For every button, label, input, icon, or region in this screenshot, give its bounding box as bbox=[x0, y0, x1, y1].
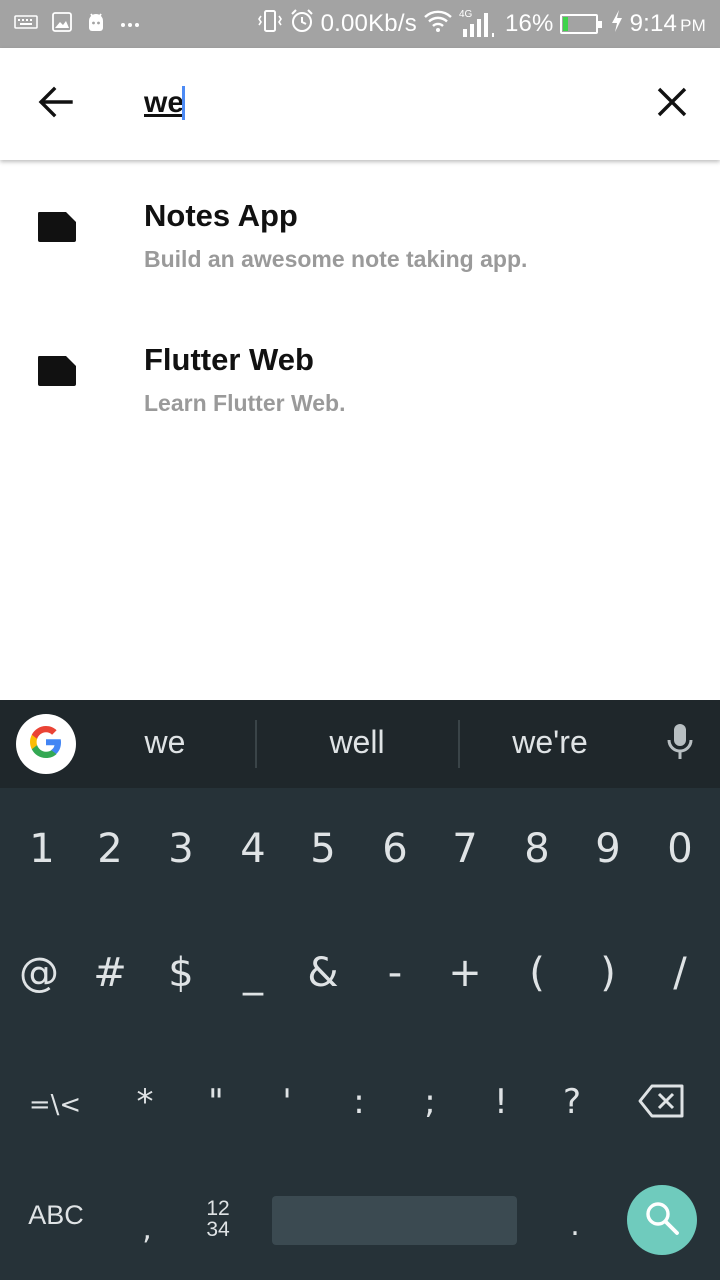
key[interactable]: : bbox=[334, 1082, 384, 1122]
key[interactable]: 2 bbox=[85, 826, 135, 872]
back-button[interactable] bbox=[32, 80, 80, 128]
key[interactable]: " bbox=[191, 1082, 241, 1122]
close-icon bbox=[657, 87, 687, 122]
signal-4g-icon: 4G bbox=[459, 9, 499, 39]
battery-fill bbox=[562, 17, 568, 31]
google-button[interactable] bbox=[16, 714, 76, 774]
text-caret bbox=[182, 86, 185, 120]
search-input[interactable]: we bbox=[144, 86, 184, 120]
period-key[interactable]: . bbox=[560, 1208, 590, 1243]
result-title: Flutter Web bbox=[144, 342, 314, 377]
google-g-icon bbox=[27, 723, 65, 766]
key[interactable]: 6 bbox=[370, 826, 420, 872]
numpad-key[interactable]: 12 34 bbox=[200, 1198, 236, 1240]
key[interactable]: ! bbox=[476, 1082, 526, 1122]
key[interactable]: $ bbox=[156, 950, 206, 996]
battery-icon bbox=[559, 14, 602, 34]
microphone-icon bbox=[666, 722, 694, 767]
search-app-bar: we bbox=[0, 48, 720, 160]
status-bar: 0.00Kb/s 4G 16% 9:14 PM bbox=[0, 0, 720, 48]
key[interactable]: 4 bbox=[228, 826, 278, 872]
keyboard-icon bbox=[14, 14, 38, 35]
key[interactable]: - bbox=[370, 950, 420, 996]
wifi-icon bbox=[423, 9, 453, 40]
key[interactable]: =\< bbox=[25, 1090, 85, 1120]
key[interactable]: @ bbox=[14, 950, 64, 996]
alarm-icon bbox=[289, 8, 315, 41]
key[interactable]: 9 bbox=[583, 826, 633, 872]
status-bar-right: 0.00Kb/s 4G 16% 9:14 PM bbox=[257, 8, 706, 40]
key[interactable]: 5 bbox=[298, 826, 348, 872]
voice-input-button[interactable] bbox=[662, 722, 698, 766]
key[interactable]: # bbox=[85, 950, 135, 996]
comma-key[interactable]: , bbox=[132, 1212, 162, 1247]
clear-search-button[interactable] bbox=[648, 80, 696, 128]
suggestion-1[interactable]: we bbox=[70, 724, 260, 764]
key[interactable]: 3 bbox=[156, 826, 206, 872]
key[interactable]: / bbox=[655, 950, 705, 996]
key[interactable]: 1 bbox=[17, 826, 67, 872]
note-icon bbox=[36, 354, 78, 388]
arrow-back-icon bbox=[38, 86, 74, 123]
search-result-item[interactable]: Notes App Build an awesome note taking a… bbox=[0, 180, 720, 320]
soft-keyboard: we well we're 1 2 3 4 5 6 7 8 9 0 @ # $ … bbox=[0, 700, 720, 1280]
suggestion-divider bbox=[255, 720, 257, 768]
abc-key[interactable]: ABC bbox=[26, 1200, 86, 1231]
suggestion-2[interactable]: well bbox=[262, 724, 452, 764]
result-subtitle: Learn Flutter Web. bbox=[144, 390, 346, 416]
key[interactable]: ? bbox=[547, 1082, 597, 1122]
key[interactable]: + bbox=[440, 950, 490, 996]
note-icon bbox=[36, 210, 78, 244]
key[interactable]: 8 bbox=[512, 826, 562, 872]
charging-icon bbox=[610, 9, 624, 40]
backspace-key[interactable] bbox=[636, 1083, 688, 1123]
more-notifications-icon bbox=[120, 15, 140, 33]
key[interactable]: _ bbox=[228, 950, 278, 996]
key[interactable]: 0 bbox=[655, 826, 705, 872]
suggestion-3[interactable]: we're bbox=[455, 724, 645, 764]
search-icon bbox=[644, 1200, 680, 1241]
vibrate-icon bbox=[257, 8, 283, 41]
suggestion-bar: we well we're bbox=[0, 700, 720, 788]
search-result-item[interactable]: Flutter Web Learn Flutter Web. bbox=[0, 324, 720, 464]
key[interactable]: ' bbox=[262, 1082, 312, 1122]
key[interactable]: ) bbox=[583, 950, 633, 996]
backspace-icon bbox=[638, 1083, 686, 1124]
battery-percent: 16% bbox=[504, 10, 554, 37]
key[interactable]: & bbox=[298, 950, 348, 996]
image-icon bbox=[52, 11, 72, 37]
status-bar-left bbox=[14, 10, 140, 38]
key[interactable]: ( bbox=[512, 950, 562, 996]
space-key[interactable] bbox=[272, 1196, 517, 1245]
key[interactable]: * bbox=[120, 1082, 170, 1122]
result-title: Notes App bbox=[144, 198, 298, 233]
key[interactable]: 7 bbox=[440, 826, 490, 872]
network-speed: 0.00Kb/s bbox=[320, 10, 417, 37]
result-subtitle: Build an awesome note taking app. bbox=[144, 246, 528, 272]
search-key[interactable] bbox=[627, 1185, 697, 1255]
key[interactable]: ; bbox=[405, 1082, 455, 1122]
android-icon bbox=[86, 11, 106, 38]
clock: 9:14 PM bbox=[629, 10, 706, 37]
